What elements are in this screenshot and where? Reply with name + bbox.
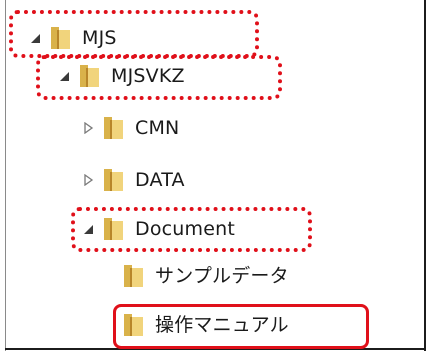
expand-arrow-icon[interactable] xyxy=(81,173,95,187)
highlight-box-document xyxy=(71,207,312,252)
pane-border-left xyxy=(5,0,6,351)
folder-icon xyxy=(121,262,147,290)
highlight-box-mjsvkz xyxy=(36,55,282,100)
highlight-box-mjs xyxy=(9,10,259,58)
folder-icon xyxy=(101,114,127,142)
tree-item-label: CMN xyxy=(135,117,180,139)
tree-item-data[interactable]: DATA xyxy=(81,162,185,198)
tree-item-label: サンプルデータ xyxy=(155,265,289,287)
tree-item-cmn[interactable]: CMN xyxy=(81,110,179,146)
tree-item-label: DATA xyxy=(135,169,185,191)
explorer-tree-pane: MJS MJSVKZ CMN DATA Document サンプルデータ 操作マ… xyxy=(0,0,430,351)
expand-arrow-icon[interactable] xyxy=(81,121,95,135)
highlight-box-operation-manual xyxy=(113,304,369,349)
pane-border-right xyxy=(424,0,426,351)
tree-item-sample-data[interactable]: サンプルデータ xyxy=(101,258,289,294)
folder-icon xyxy=(101,166,127,194)
